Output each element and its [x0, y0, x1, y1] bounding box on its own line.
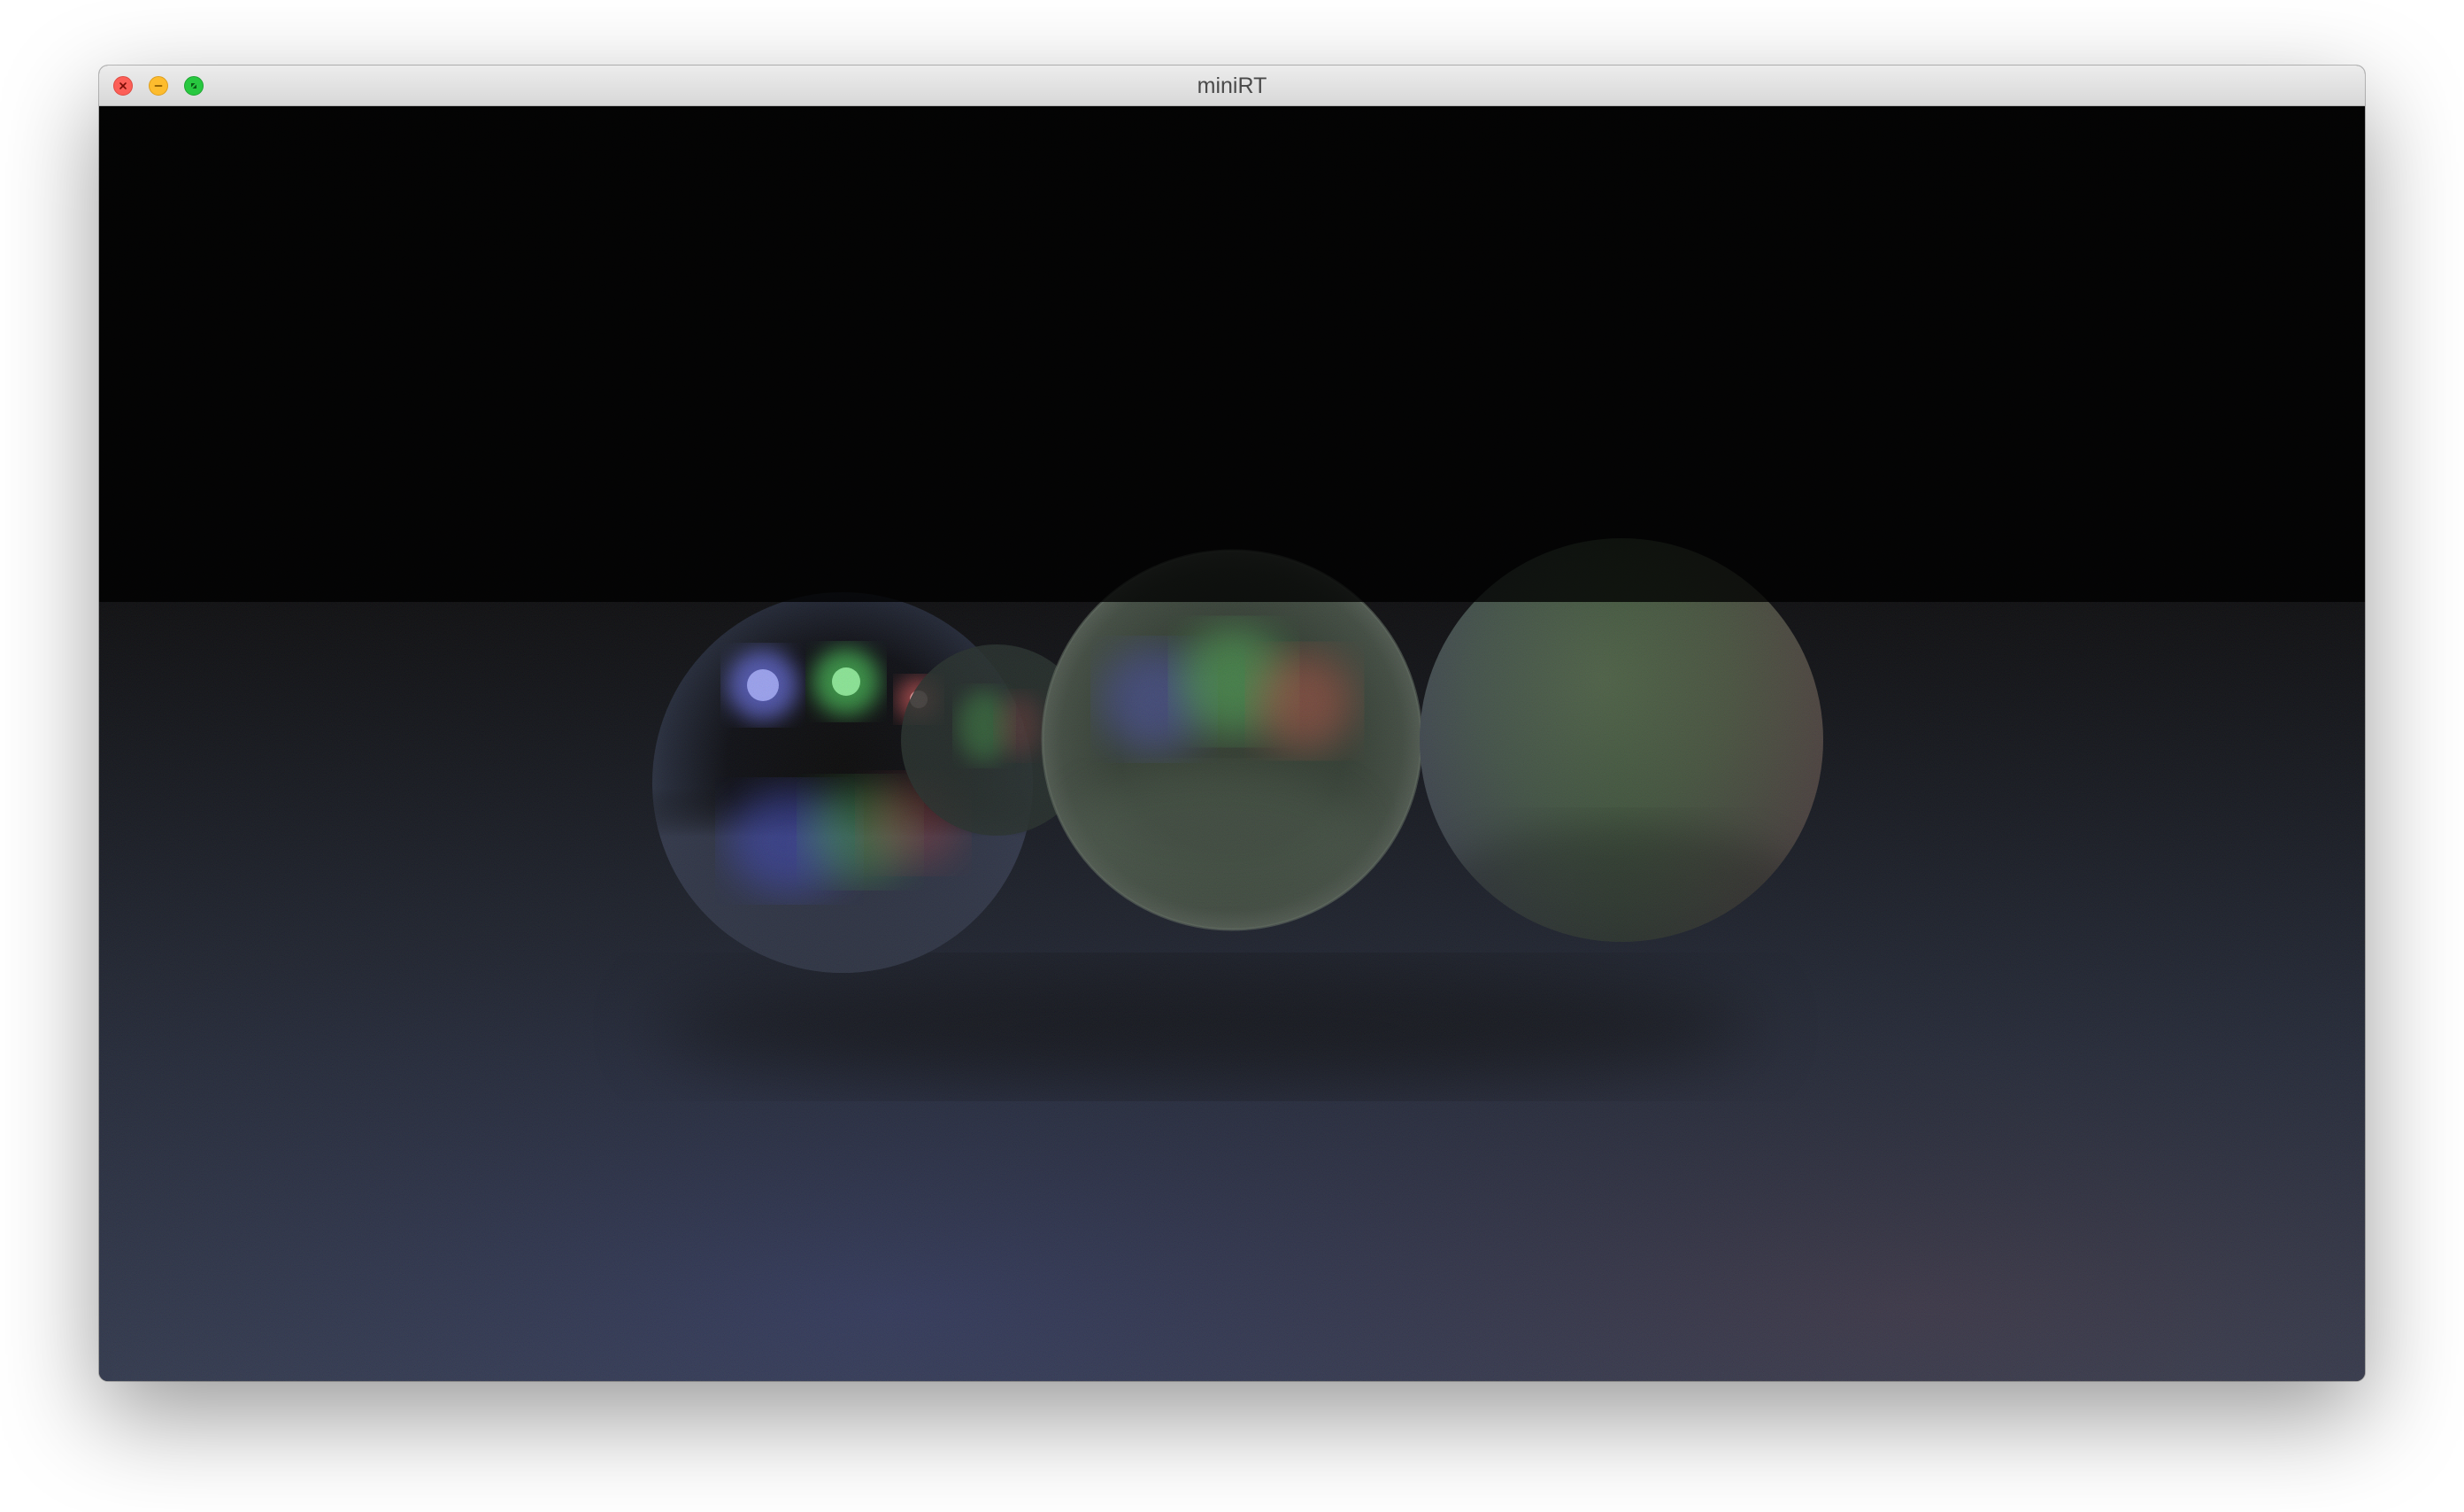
app-window: miniRT [99, 66, 2365, 1381]
sky-darken [99, 106, 2365, 602]
title-bar[interactable]: miniRT [99, 66, 2365, 106]
raytraced-scene [99, 106, 2365, 1381]
window-title: miniRT [1197, 73, 1267, 98]
render-viewport [99, 106, 2365, 1381]
